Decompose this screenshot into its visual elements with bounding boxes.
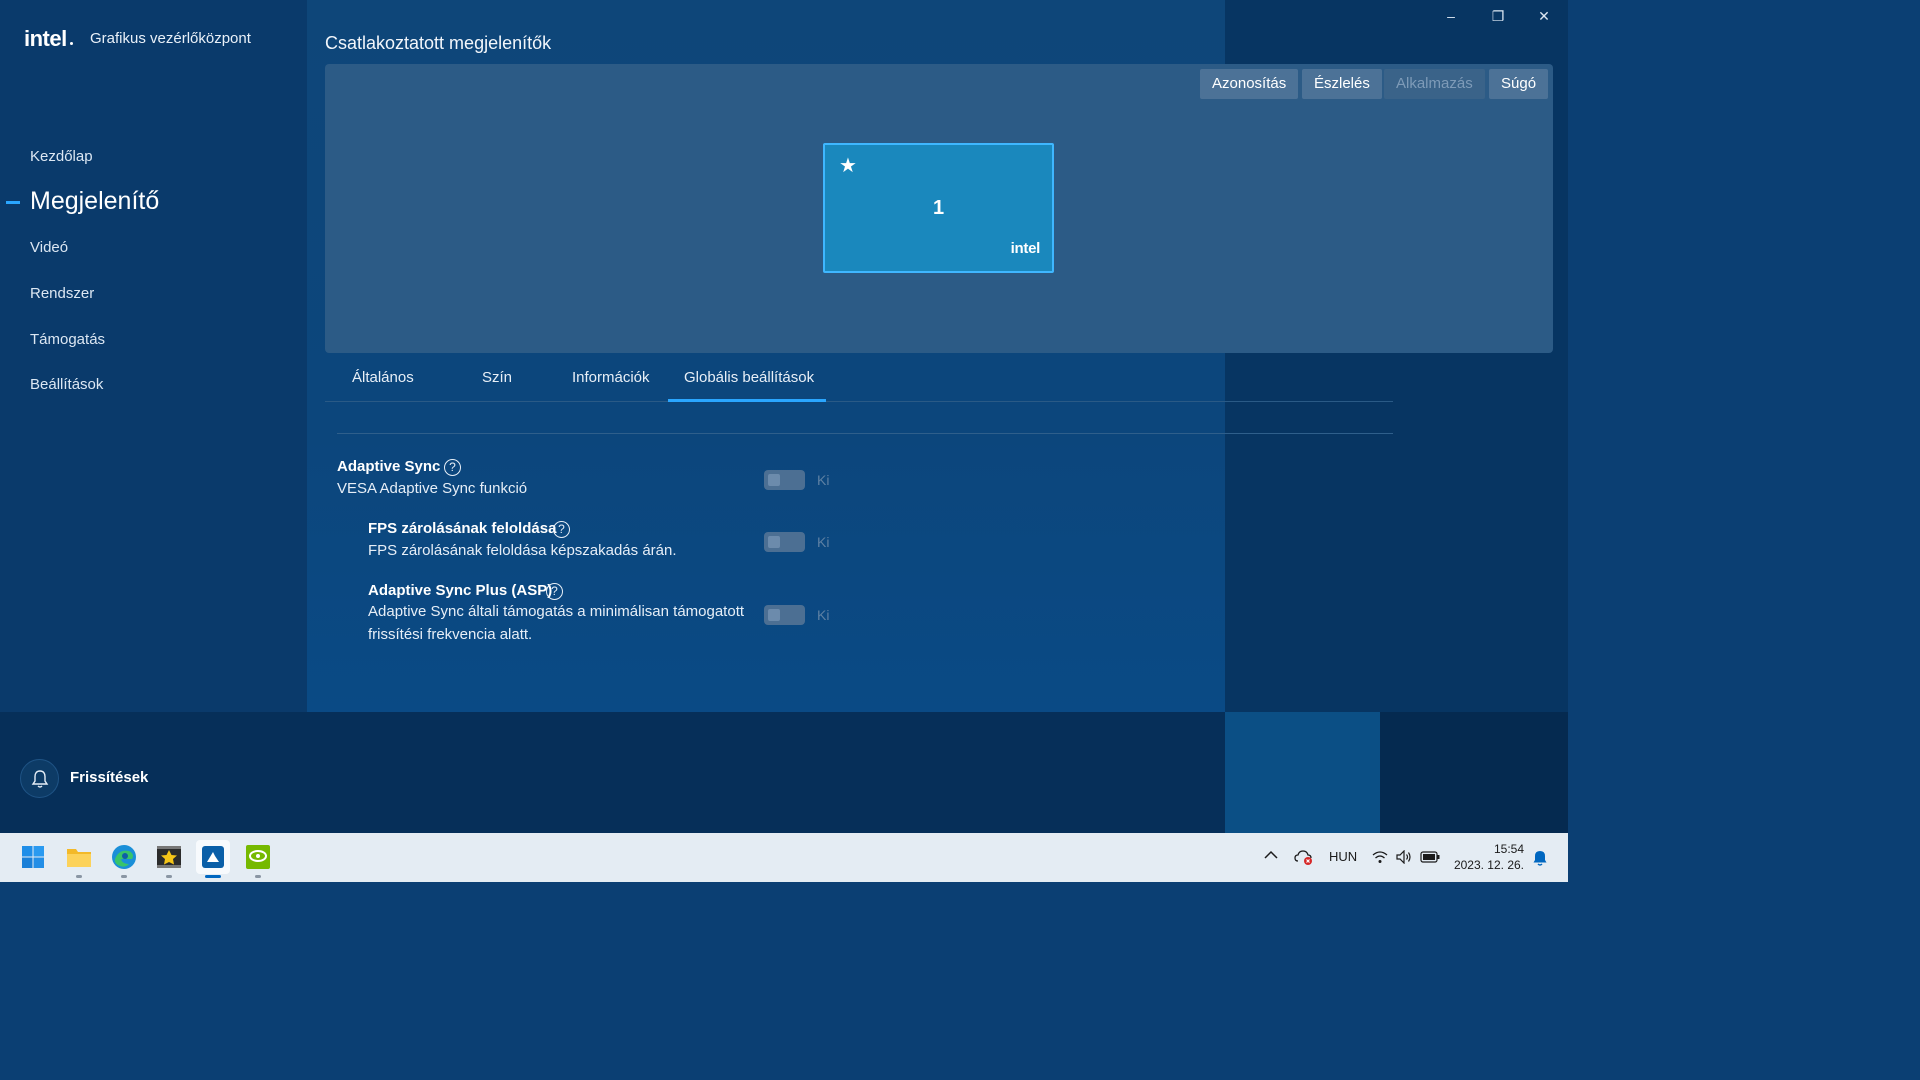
asp-title: Adaptive Sync Plus (ASP)	[368, 582, 553, 599]
sidebar-item-support[interactable]: Támogatás	[30, 331, 105, 348]
file-explorer-button[interactable]	[62, 840, 96, 874]
nvidia-running-dot	[255, 875, 261, 878]
windows-start-icon	[22, 846, 44, 868]
detect-button[interactable]: Észlelés	[1302, 69, 1382, 99]
monitor-tile[interactable]: ★ 1 intel	[823, 143, 1054, 273]
fps-unlock-state: Ki	[817, 534, 830, 550]
battery-button[interactable]	[1420, 850, 1440, 867]
windows-start-button[interactable]	[16, 840, 50, 874]
tab-color[interactable]: Szín	[482, 369, 512, 386]
cloud-sync-status-button[interactable]	[1294, 849, 1314, 868]
chevron-up-icon	[1264, 850, 1278, 859]
help-icon[interactable]: ?	[546, 583, 563, 600]
sidebar-item-display[interactable]: Megjelenítő	[30, 187, 159, 216]
page-title: Csatlakoztatott megjelenítők	[325, 33, 552, 53]
intel-graphics-active-indicator	[205, 875, 221, 878]
asp-state: Ki	[817, 607, 830, 623]
fps-unlock-title: FPS zárolásának feloldása	[368, 520, 557, 537]
language-indicator[interactable]: HUN	[1329, 849, 1357, 864]
notification-bell-icon	[1533, 851, 1547, 866]
fps-unlock-toggle[interactable]	[764, 532, 805, 552]
movie-maker-running-dot	[166, 875, 172, 878]
bell-icon	[31, 769, 48, 788]
cloud-error-icon	[1294, 850, 1312, 865]
intel-graphics-icon	[202, 846, 224, 868]
fps-unlock-desc: FPS zárolásának feloldása képszakadás ár…	[368, 542, 677, 559]
intel-logo: intel	[24, 26, 67, 51]
identify-button[interactable]: Azonosítás	[1200, 69, 1299, 99]
wifi-icon	[1372, 851, 1388, 863]
edge-button[interactable]	[107, 840, 141, 874]
adaptive-sync-toggle[interactable]	[764, 470, 805, 490]
asp-desc-line2: frissítési frekvencia alatt.	[368, 626, 533, 643]
movie-maker-button[interactable]	[152, 840, 186, 874]
clock-time[interactable]: 15:54	[1494, 842, 1524, 856]
updates-bell-button[interactable]	[20, 759, 59, 798]
adaptive-sync-title: Adaptive Sync	[337, 458, 441, 475]
tray-overflow-button[interactable]	[1264, 848, 1278, 863]
app-title: Grafikus vezérlőközpont	[90, 30, 251, 47]
intel-graphics-button[interactable]	[196, 840, 230, 874]
tab-global-settings[interactable]: Globális beállítások	[684, 369, 814, 386]
updates-label[interactable]: Frissítések	[70, 769, 148, 786]
edge-icon	[112, 845, 136, 869]
battery-charging-icon	[1420, 851, 1440, 863]
active-tab-indicator	[668, 399, 826, 402]
footer-accent-block	[1225, 712, 1380, 833]
content-divider	[337, 433, 1393, 434]
sidebar-item-system[interactable]: Rendszer	[30, 285, 94, 302]
footer-right-block	[1380, 712, 1568, 833]
sidebar-item-settings[interactable]: Beállítások	[30, 376, 103, 393]
intel-logo-dot	[70, 42, 73, 45]
sidebar-item-home[interactable]: Kezdőlap	[30, 148, 93, 165]
edge-running-dot	[121, 875, 127, 878]
adaptive-sync-state: Ki	[817, 472, 830, 488]
tabs-divider	[325, 401, 1393, 402]
speaker-icon	[1396, 849, 1411, 865]
network-button[interactable]	[1372, 850, 1388, 867]
asp-toggle[interactable]	[764, 605, 805, 625]
clock-date[interactable]: 2023. 12. 26.	[1454, 858, 1524, 872]
file-explorer-running-dot	[76, 875, 82, 878]
notifications-button[interactable]	[1532, 850, 1548, 869]
monitor-number: 1	[932, 197, 945, 219]
tab-general[interactable]: Általános	[352, 369, 414, 386]
file-explorer-icon	[67, 849, 91, 867]
minimize-button[interactable]: –	[1437, 6, 1465, 26]
sidebar-background	[0, 0, 307, 712]
tab-information[interactable]: Információk	[572, 369, 650, 386]
apply-button[interactable]: Alkalmazás	[1384, 69, 1485, 99]
movie-maker-icon	[157, 846, 181, 868]
sidebar-active-indicator	[6, 201, 20, 204]
primary-star-icon: ★	[839, 155, 857, 177]
volume-button[interactable]	[1396, 849, 1412, 867]
nvidia-icon	[246, 845, 270, 869]
help-icon[interactable]: ?	[444, 459, 461, 476]
restore-button[interactable]: ❐	[1484, 6, 1512, 26]
adaptive-sync-desc: VESA Adaptive Sync funkció	[337, 480, 528, 497]
monitor-intel-logo: intel	[1010, 240, 1041, 257]
nvidia-button[interactable]	[241, 840, 275, 874]
help-button[interactable]: Súgó	[1489, 69, 1549, 99]
asp-desc-line1: Adaptive Sync általi támogatás a minimál…	[368, 603, 745, 620]
help-icon[interactable]: ?	[553, 521, 570, 538]
close-button[interactable]: ✕	[1530, 6, 1558, 26]
sidebar-item-video[interactable]: Videó	[30, 239, 68, 256]
